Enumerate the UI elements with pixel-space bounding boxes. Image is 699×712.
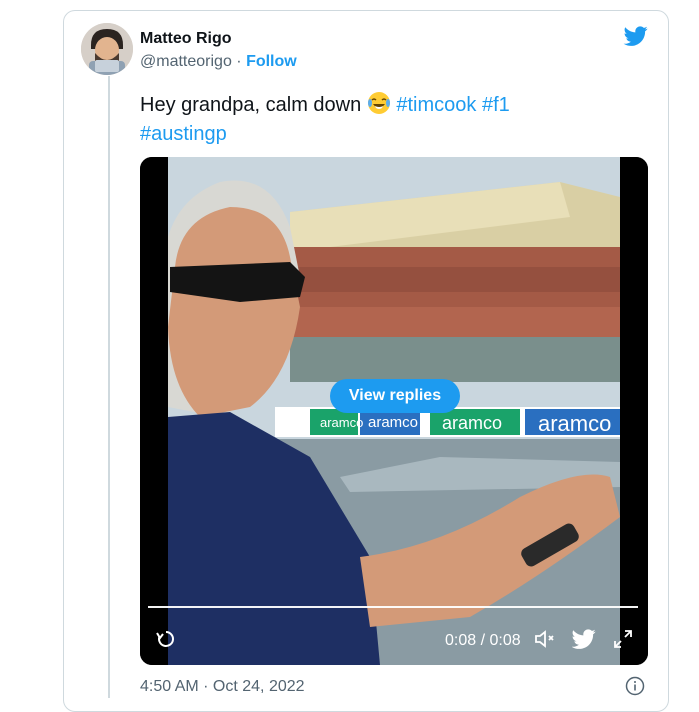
hashtag-f1[interactable]: #f1 <box>482 94 510 116</box>
replay-icon[interactable] <box>154 627 178 651</box>
follow-button[interactable]: Follow <box>246 53 297 70</box>
hashtag-austingp[interactable]: #austingp <box>140 123 227 145</box>
fullscreen-icon[interactable] <box>611 627 635 651</box>
separator: · <box>231 53 247 70</box>
tweet-timestamp[interactable]: 4:50 AM · Oct 24, 2022 <box>140 678 305 696</box>
view-replies-button[interactable]: View replies <box>330 379 460 413</box>
face-with-tears-of-joy-icon <box>367 92 390 114</box>
thread-line <box>108 76 110 698</box>
info-icon[interactable] <box>625 676 645 696</box>
banner-text-4: aramco <box>538 411 611 436</box>
progress-bar[interactable] <box>148 606 638 608</box>
tweet-body: Hey grandpa, calm down <box>140 94 367 116</box>
time-readout: 0:08 / 0:08 <box>445 632 521 649</box>
video-player[interactable]: aramco aramco aramco aramco View replies… <box>140 157 648 665</box>
handle-row: @matteorigo · Follow <box>140 53 297 71</box>
volume-muted-icon[interactable] <box>533 627 557 651</box>
banner-text-1: aramco <box>320 415 363 430</box>
user-name[interactable]: Matteo Rigo <box>140 30 232 48</box>
user-handle[interactable]: @matteorigo <box>140 53 232 70</box>
twitter-bird-icon[interactable] <box>622 24 650 48</box>
avatar[interactable] <box>81 23 133 75</box>
tweet-text: Hey grandpa, calm down #timcook #f1 #aus… <box>140 91 640 149</box>
banner-text-2: aramco <box>368 414 418 431</box>
banner-text-3: aramco <box>442 413 502 433</box>
twitter-bird-small-icon[interactable] <box>572 627 596 651</box>
hashtag-timcook[interactable]: #timcook <box>396 94 476 116</box>
